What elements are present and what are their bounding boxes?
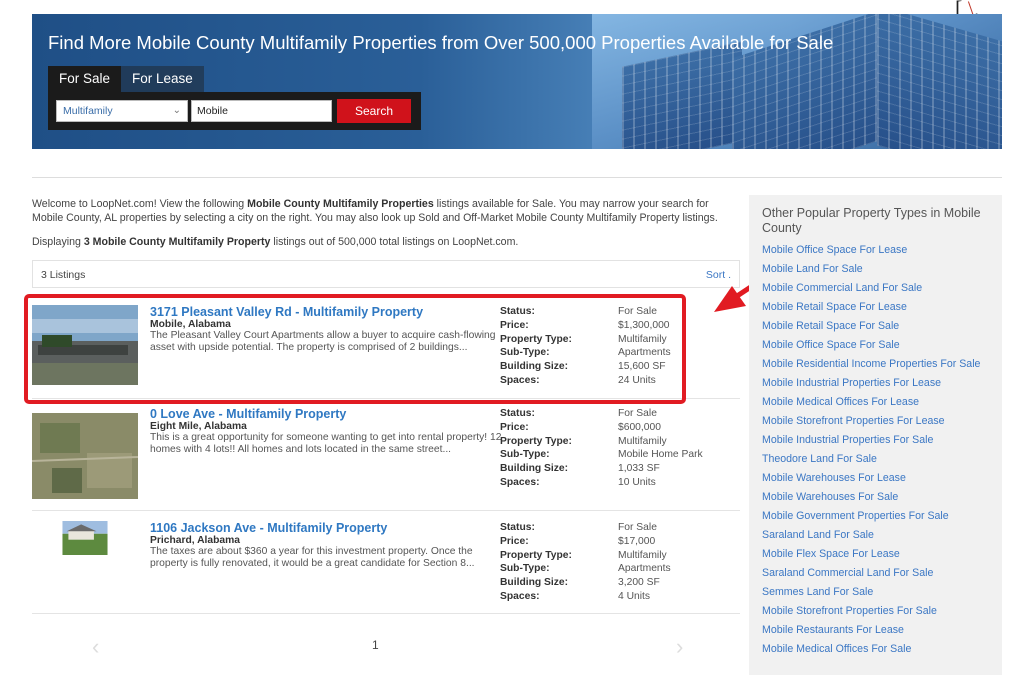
field-label-sub-type: Sub-Type: xyxy=(500,449,550,461)
sidebar-link[interactable]: Mobile Medical Offices For Lease xyxy=(762,396,980,415)
sidebar-link-list: Mobile Office Space For Lease Mobile Lan… xyxy=(762,244,980,662)
location-input[interactable] xyxy=(191,100,332,122)
listings-count: 3 Listings xyxy=(41,269,86,281)
value-status: For Sale xyxy=(618,408,657,419)
sidebar-link[interactable]: Mobile Restaurants For Lease xyxy=(762,624,980,643)
sidebar-link[interactable]: Mobile Warehouses For Lease xyxy=(762,472,980,491)
field-label-price: Price: xyxy=(500,421,529,433)
sidebar-link[interactable]: Mobile Medical Offices For Sale xyxy=(762,643,980,662)
listing-field-values: For Sale $600,000 Multifamily Mobile Hom… xyxy=(618,407,703,490)
chevron-left-icon[interactable]: ‹ xyxy=(92,634,99,660)
listing-field-labels: Status: Price: Property Type: Sub-Type: … xyxy=(500,521,572,604)
sidebar-link[interactable]: Semmes Land For Sale xyxy=(762,586,980,605)
sidebar-link[interactable]: Mobile Retail Space For Sale xyxy=(762,320,980,339)
value-spaces: 10 Units xyxy=(618,476,656,488)
chevron-right-icon[interactable]: › xyxy=(676,634,683,660)
value-property-type: Multifamily xyxy=(618,549,667,561)
sidebar-link[interactable]: Mobile Storefront Properties For Sale xyxy=(762,605,980,624)
sidebar-link[interactable]: Mobile Flex Space For Lease xyxy=(762,548,980,567)
hero-banner: Find More Mobile County Multifamily Prop… xyxy=(32,14,1002,149)
sidebar-link[interactable]: Mobile Commercial Land For Sale xyxy=(762,282,980,301)
intro-paragraph: Welcome to LoopNet.com! View the followi… xyxy=(32,198,718,224)
sidebar-link[interactable]: Mobile Residential Income Properties For… xyxy=(762,358,980,377)
listing-title[interactable]: 0 Love Ave - Multifamily Property xyxy=(150,407,346,421)
search-row: Multifamily ⌄ Search xyxy=(48,92,421,130)
chevron-down-icon: ⌄ xyxy=(172,105,181,116)
search-box: For SaleFor Lease Multifamily ⌄ Search xyxy=(48,66,421,134)
sidebar-link[interactable]: Mobile Retail Space For Lease xyxy=(762,301,980,320)
listing-city: Prichard, Alabama xyxy=(150,535,241,546)
value-price: $600,000 xyxy=(618,421,661,433)
sidebar-link[interactable]: Mobile Warehouses For Sale xyxy=(762,491,980,510)
listing-description: The taxes are about $360 a year for this… xyxy=(150,546,475,570)
listings-header-bar: 3 Listings Sort . xyxy=(32,260,740,288)
field-label-sub-type: Sub-Type: xyxy=(500,563,550,575)
property-type-select[interactable]: Multifamily ⌄ xyxy=(56,100,188,122)
hero-title: Find More Mobile County Multifamily Prop… xyxy=(48,32,834,53)
value-building-size: 1,033 SF xyxy=(618,463,660,475)
field-label-spaces: Spaces: xyxy=(500,476,540,488)
section-divider xyxy=(32,177,1002,178)
listing-title[interactable]: 1106 Jackson Ave - Multifamily Property xyxy=(150,521,387,535)
listing-count-summary: Displaying 3 Mobile County Multifamily P… xyxy=(32,236,519,248)
page-number[interactable]: 1 xyxy=(372,638,379,652)
value-sub-type: Apartments xyxy=(618,563,671,575)
listing-separator xyxy=(32,613,740,614)
field-label-property-type: Property Type: xyxy=(500,549,572,561)
sidebar-link[interactable]: Mobile Land For Sale xyxy=(762,263,980,282)
listing-item: 1106 Jackson Ave - Multifamily Property … xyxy=(32,521,740,631)
value-property-type: Multifamily xyxy=(618,435,667,447)
highlight-box xyxy=(24,294,686,404)
listing-separator xyxy=(32,510,740,511)
listing-field-values: For Sale $17,000 Multifamily Apartments … xyxy=(618,521,671,604)
sidebar-link[interactable]: Mobile Industrial Properties For Lease xyxy=(762,377,980,396)
field-label-property-type: Property Type: xyxy=(500,435,572,447)
field-label-building-size: Building Size: xyxy=(500,463,569,475)
field-label-status: Status: xyxy=(500,408,535,419)
listing-item: 0 Love Ave - Multifamily Property Eight … xyxy=(32,407,740,517)
listing-field-labels: Status: Price: Property Type: Sub-Type: … xyxy=(500,407,572,490)
value-price: $17,000 xyxy=(618,535,656,547)
value-sub-type: Mobile Home Park xyxy=(618,449,703,461)
field-label-building-size: Building Size: xyxy=(500,577,569,589)
field-label-status: Status: xyxy=(500,522,535,533)
value-building-size: 3,200 SF xyxy=(618,577,660,589)
sidebar-link[interactable]: Mobile Office Space For Lease xyxy=(762,244,980,263)
field-label-price: Price: xyxy=(500,535,529,547)
listing-description: This is a great opportunity for someone … xyxy=(150,432,502,456)
sidebar-link[interactable]: Theodore Land For Sale xyxy=(762,453,980,472)
search-button[interactable]: Search xyxy=(337,99,411,123)
search-tabs: For Sale For Lease xyxy=(48,66,421,92)
popular-property-types-sidebar: Other Popular Property Types in Mobile C… xyxy=(749,195,1002,675)
sidebar-link[interactable]: Mobile Government Properties For Sale xyxy=(762,510,980,529)
sidebar-link[interactable]: Mobile Industrial Properties For Sale xyxy=(762,434,980,453)
sidebar-link[interactable]: Saraland Commercial Land For Sale xyxy=(762,567,980,586)
sidebar-link[interactable]: Mobile Storefront Properties For Lease xyxy=(762,415,980,434)
listing-city: Eight Mile, Alabama xyxy=(150,421,247,432)
sidebar-title: Other Popular Property Types in Mobile C… xyxy=(762,206,981,235)
listing-photo[interactable] xyxy=(32,407,138,499)
listing-photo[interactable] xyxy=(32,521,138,555)
sidebar-link[interactable]: Mobile Office Space For Sale xyxy=(762,339,980,358)
value-status: For Sale xyxy=(618,522,657,533)
tab-for-lease[interactable]: For Lease xyxy=(121,66,204,92)
tab-for-sale[interactable]: For Sale xyxy=(48,66,122,92)
value-spaces: 4 Units xyxy=(618,590,651,602)
field-label-spaces: Spaces: xyxy=(500,590,540,602)
sidebar-link[interactable]: Saraland Land For Sale xyxy=(762,529,980,548)
property-type-value: Multifamily xyxy=(63,105,113,117)
